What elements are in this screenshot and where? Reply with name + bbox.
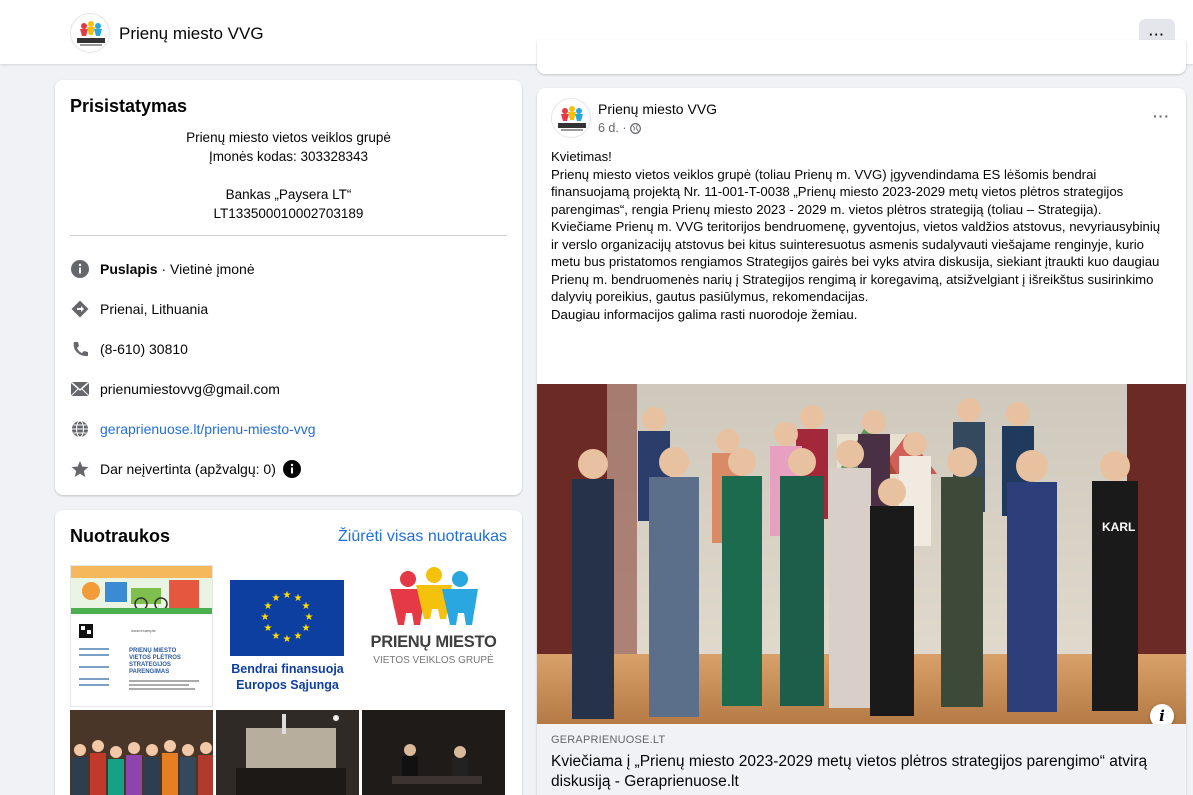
poster-illustration: www.example PRIENŲ MIESTO VIETOS PLĖTROS…: [71, 566, 212, 690]
intro-bio-line: [70, 166, 507, 185]
rating-text: Dar neįvertinta (apžvalgų: 0): [100, 461, 276, 477]
location-row: Prienai, Lithuania: [70, 297, 208, 321]
post-paragraph: Kviečiame Prienų m. VVG teritorijos bend…: [551, 219, 1161, 304]
see-all-photos-link[interactable]: Žiūrėti visas nuotraukas: [338, 528, 507, 546]
poster-line: VIETOS PLĖTROS: [129, 654, 181, 661]
photos-card: Nuotraukos Žiūrėti visas nuotraukas www.…: [55, 510, 522, 795]
intro-bio-line: LT133500010002703189: [213, 206, 364, 221]
post-text: Kvietimas! Prienų miesto vietos veiklos …: [551, 148, 1171, 323]
photo-thumbnail-poster[interactable]: www.example PRIENŲ MIESTO VIETOS PLĖTROS…: [70, 565, 213, 707]
svg-text:PRIENŲ MIESTO VIETOS P: PRIENŲ MIESTO VIETOS PLĖTROS STRATEGIJOS…: [129, 648, 183, 675]
post-link-image[interactable]: KARL i: [537, 384, 1186, 724]
image-info-button[interactable]: i: [1150, 704, 1174, 724]
category-label[interactable]: Puslapis: [100, 261, 158, 277]
svg-text:★: ★: [302, 623, 311, 634]
group-photo-image: KARL: [537, 384, 1186, 724]
svg-text:★: ★: [302, 601, 311, 612]
photo-thumbnail-eu[interactable]: ★ ★ ★ ★ ★ ★ ★ ★ ★ ★ ★ ★ Bendrai finansuoja Europo…: [216, 565, 359, 707]
intro-title: Prisistatymas: [70, 96, 188, 116]
poster-line: STRATEGIJOS: [129, 662, 171, 668]
page-avatar[interactable]: [70, 13, 110, 53]
previous-post-edge: [537, 40, 1186, 74]
photo-thumbnail-speakers[interactable]: [362, 710, 505, 795]
photo-thumbnail-hall[interactable]: [216, 710, 359, 795]
globe-icon: [630, 123, 641, 137]
post-paragraph: Prienų miesto vietos veiklos grupė (toli…: [551, 166, 1124, 217]
poster-line: PRIENŲ MIESTO: [129, 648, 177, 654]
svg-text:★: ★: [272, 631, 281, 642]
info-icon: [70, 259, 90, 279]
logo-text: PRIENŲ MIESTO: [370, 633, 497, 651]
link-title[interactable]: Kviečiama į „Prienų miesto 2023-2029 met…: [551, 752, 1161, 792]
intro-bio-line: Įmonės kodas: 303328343: [208, 149, 369, 164]
link-preview[interactable]: GERAPRIENUOSE.LT Kviečiama į „Prienų mie…: [537, 724, 1186, 795]
divider: [70, 235, 507, 236]
photo-thumbnail-group[interactable]: [70, 710, 213, 795]
intro-card: Prisistatymas Prienų miesto vietos veikl…: [55, 80, 522, 495]
category-row: Puslapis · Vietinė įmonė: [70, 257, 255, 281]
eu-caption: Bendrai finansuoja: [231, 662, 344, 676]
phone-text: (8-610) 30810: [100, 341, 188, 357]
logo-subtext: VIETOS VEIKLOS GRUPĖ: [373, 655, 494, 666]
rating-row: Dar neįvertinta (apžvalgų: 0): [70, 457, 312, 481]
phone-icon: [70, 339, 90, 359]
svg-text:★: ★: [283, 634, 292, 645]
vvg-logo-icon: [77, 21, 105, 46]
poster-line: PARENGIMAS: [129, 669, 169, 675]
intro-bio-line: Bankas „Paysera LT“: [225, 187, 352, 202]
group-photo-image: [70, 710, 213, 795]
website-row: geraprienuose.lt/prienu-miesto-vvg: [70, 417, 316, 441]
envelope-icon: [70, 379, 90, 399]
photo-thumbnail-logo[interactable]: PRIENŲ MIESTO VIETOS VEIKLOS GRUPĖ: [362, 565, 505, 707]
photos-title: Nuotraukos: [70, 526, 171, 546]
location-text: Prienai, Lithuania: [100, 301, 209, 317]
svg-text:★: ★: [272, 593, 281, 604]
phone-row: (8-610) 30810: [70, 337, 188, 361]
svg-text:www.example: www.example: [131, 628, 156, 633]
intro-bio: Prienų miesto vietos veiklos grupė Įmonė…: [70, 128, 507, 223]
star-icon: [70, 459, 90, 479]
svg-text:★: ★: [264, 623, 273, 634]
post-paragraph: Daugiau informacijos galima rasti nuorod…: [551, 306, 858, 322]
post-time[interactable]: 6 d. ·: [598, 121, 630, 135]
hall-photo-image: [216, 710, 359, 795]
intro-bio-line: Prienų miesto vietos veiklos grupė: [186, 130, 391, 145]
feed-post: Prienų miesto VVG 6 d. · ··· Kvietimas! …: [537, 88, 1186, 795]
website-link[interactable]: geraprienuose.lt/prienu-miesto-vvg: [100, 421, 316, 437]
svg-text:KARL: KARL: [1102, 520, 1135, 534]
post-author-name[interactable]: Prienų miesto VVG: [598, 101, 717, 117]
svg-text:★: ★: [294, 631, 303, 642]
svg-text:★: ★: [261, 612, 270, 623]
post-author-avatar[interactable]: [551, 98, 591, 138]
post-paragraph: Kvietimas!: [551, 149, 612, 164]
post-meta: 6 d. ·: [598, 121, 641, 137]
speakers-photo-image: [362, 710, 505, 795]
vvg-logo-icon: [558, 106, 586, 131]
globe-icon: [70, 419, 90, 439]
category-value: · Vietinė įmonė: [157, 261, 255, 277]
eu-caption: Europos Sąjunga: [236, 678, 339, 692]
page-title[interactable]: Prienų miesto VVG: [119, 24, 264, 44]
svg-text:★: ★: [305, 612, 314, 623]
link-domain: GERAPRIENUOSE.LT: [551, 734, 666, 746]
svg-text:★: ★: [283, 590, 292, 601]
email-text[interactable]: prienumiestovvg@gmail.com: [100, 381, 280, 397]
email-row: prienumiestovvg@gmail.com: [70, 377, 280, 401]
directions-icon: [70, 299, 90, 319]
rating-info-icon[interactable]: [282, 459, 302, 479]
post-options-button[interactable]: ···: [1153, 108, 1170, 124]
